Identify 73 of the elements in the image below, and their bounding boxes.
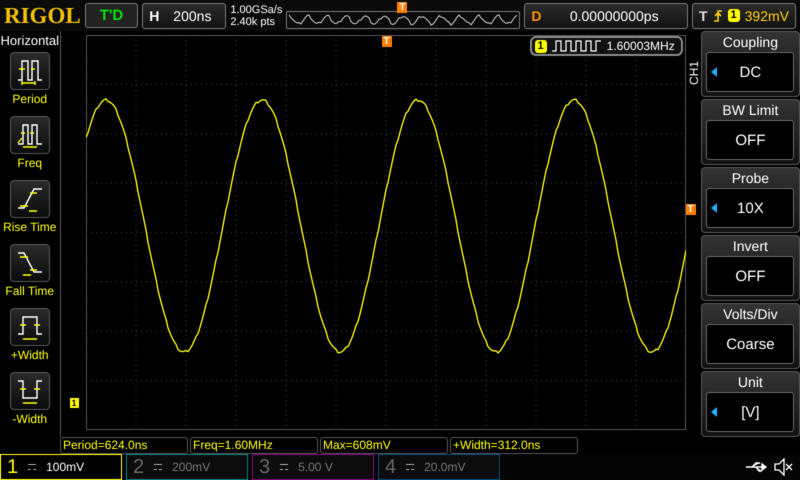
memory-depth: 2.40k pts — [230, 16, 276, 28]
softkey-value: DC — [740, 64, 762, 80]
trigger-position-marker: T — [397, 2, 408, 12]
dc-coupling-icon — [154, 464, 162, 470]
softkey-title: Volts/Div — [723, 305, 778, 324]
menu-softkey[interactable]: Probe 10X — [700, 167, 800, 233]
measure-button[interactable] — [10, 116, 50, 154]
softkey-value: OFF — [735, 268, 766, 284]
measure-button[interactable] — [10, 372, 50, 410]
run-status: T'D — [84, 3, 138, 28]
softkey-value: Coarse — [726, 336, 775, 352]
menu-softkey[interactable]: BW Limit OFF — [700, 99, 800, 165]
softkey-title: Invert — [732, 237, 768, 256]
square-wave-icon — [552, 40, 602, 52]
timebase-label: H — [149, 8, 160, 24]
measure-label: Period — [12, 92, 48, 106]
channel-number: 1 — [7, 456, 18, 478]
softkey-title: BW Limit — [722, 101, 778, 120]
measure-label: -Width — [12, 412, 48, 426]
counter-value: 1.60003MHz — [606, 39, 675, 53]
sample-rate: 1.00GSa/s — [230, 4, 282, 16]
measure-label: Rise Time — [3, 220, 56, 234]
menu-softkey[interactable]: Invert OFF — [700, 235, 800, 301]
menu-title: Horizontal — [0, 33, 60, 48]
measure-label: Freq — [17, 156, 42, 170]
usb-icon — [744, 460, 770, 474]
menu-softkey[interactable]: Unit [V] — [700, 371, 800, 437]
softkey-title: Coupling — [722, 33, 778, 52]
menu-softkey[interactable]: Coupling DC — [700, 31, 800, 97]
trigger-level-marker: T — [686, 204, 696, 215]
timebase-value: 200ns — [172, 8, 212, 24]
trigger-label: T — [698, 8, 708, 24]
channel-number: 2 — [133, 456, 144, 478]
channel-scale: 100mV — [46, 460, 84, 474]
measurement-readout: Max=608mV — [320, 437, 448, 454]
channel-tab[interactable]: 3 5.00 V — [252, 454, 374, 480]
softkey-title: Probe — [732, 169, 770, 188]
measure-button[interactable] — [10, 244, 50, 282]
rising-edge-icon — [712, 8, 723, 22]
softkey-value: [V] — [741, 404, 760, 420]
trigger-position-marker: T — [382, 36, 392, 47]
delay-label: D — [531, 8, 542, 24]
dc-coupling-icon — [28, 464, 36, 470]
measure-button[interactable] — [10, 308, 50, 346]
trigger-level: 392mV — [744, 8, 789, 24]
trigger-source: 1 — [728, 9, 740, 22]
channel-offset-marker: 1 — [70, 398, 79, 408]
measurement-readout: +Width=312.0ns — [450, 437, 578, 454]
dc-coupling-icon — [406, 464, 414, 470]
softkey-value: OFF — [735, 132, 766, 148]
measurement-readout: Freq=1.60MHz — [190, 437, 318, 454]
brand-logo: RIGOL — [4, 2, 81, 28]
delay-value: 0.00000000ps — [568, 8, 660, 24]
dc-coupling-icon — [280, 464, 288, 470]
channel-tab[interactable]: 1 100mV — [0, 454, 122, 480]
measure-label: +Width — [10, 348, 49, 362]
measure-label: Fall Time — [5, 284, 54, 298]
measure-button[interactable] — [10, 180, 50, 218]
channel-tab[interactable]: 4 20.0mV — [378, 454, 500, 480]
channel-number: 3 — [259, 456, 270, 478]
channel-scale: 20.0mV — [424, 460, 466, 474]
channel-tab[interactable]: 2 200mV — [126, 454, 248, 480]
softkey-value: 10X — [737, 200, 764, 216]
channel-scale: 200mV — [172, 460, 210, 474]
softkey-title: Unit — [738, 373, 763, 392]
counter-channel: 1 — [534, 40, 547, 52]
channel-label: CH1 — [686, 61, 701, 86]
measure-button[interactable] — [10, 52, 50, 90]
channel-scale: 5.00 V — [298, 460, 333, 474]
channel-number: 4 — [385, 456, 396, 478]
menu-softkey[interactable]: Volts/Div Coarse — [700, 303, 800, 369]
speaker-muted-icon — [774, 458, 794, 476]
measurement-readout: Period=624.0ns — [60, 437, 188, 454]
